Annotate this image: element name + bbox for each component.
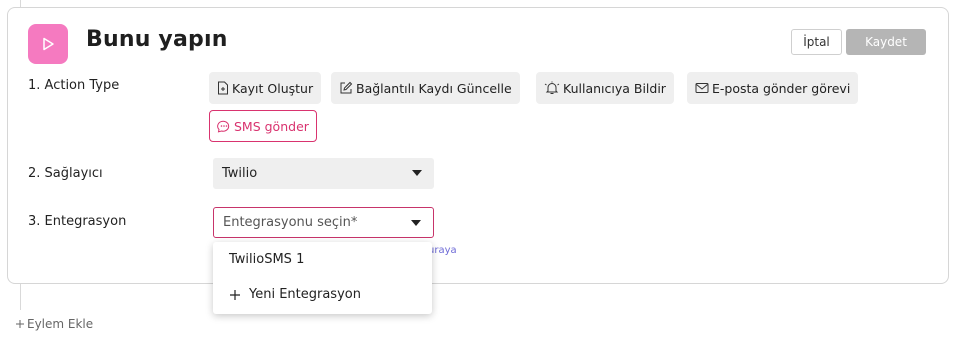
dropdown-item-label: Yeni Entegrasyon [249, 287, 361, 302]
integration-dropdown-menu: TwilioSMS 1 Yeni Entegrasyon [213, 242, 432, 314]
integration-placeholder: Entegrasyonu seçin* [223, 215, 358, 230]
chevron-down-icon [412, 170, 422, 176]
action-option-label: E-posta gönder görevi [712, 80, 851, 96]
plus-icon [16, 320, 24, 328]
action-option-label: SMS gönder [234, 118, 309, 134]
integration-helper-link[interactable]: uraya [428, 245, 457, 256]
dropdown-item-new-integration[interactable]: Yeni Entegrasyon [229, 287, 361, 302]
mail-icon [695, 83, 709, 93]
provider-value: Twilio [222, 166, 258, 181]
plus-icon [230, 289, 240, 300]
action-option-label: Bağlantılı Kaydı Güncelle [356, 80, 512, 96]
cancel-button[interactable]: İptal [791, 29, 842, 55]
add-action-button[interactable]: Eylem Ekle [15, 317, 93, 331]
action-title: Bunu yapın [86, 27, 228, 52]
action-type-label: 1. Action Type [28, 78, 120, 93]
message-icon [217, 120, 230, 133]
chevron-down-icon [411, 220, 421, 226]
action-card: Bunu yapın İptal Kaydet 1. Action Type K… [7, 7, 949, 284]
bell-icon [544, 81, 560, 94]
provider-select[interactable]: Twilio [213, 158, 434, 189]
integration-label: 3. Entegrasyon [28, 214, 127, 229]
save-button[interactable]: Kaydet [846, 29, 926, 55]
action-option-label: Kullanıcıya Bildir [563, 80, 666, 96]
play-icon [28, 24, 68, 64]
dropdown-item-twiliosms-1[interactable]: TwilioSMS 1 [229, 252, 304, 267]
action-option-update-linked-record[interactable]: Bağlantılı Kaydı Güncelle [331, 72, 520, 104]
action-option-send-sms[interactable]: SMS gönder [209, 110, 317, 142]
provider-label: 2. Sağlayıcı [28, 166, 103, 181]
action-option-send-email-task[interactable]: E-posta gönder görevi [687, 72, 859, 104]
integration-select[interactable]: Entegrasyonu seçin* [213, 207, 434, 238]
file-plus-icon [218, 81, 228, 95]
action-option-notify-user[interactable]: Kullanıcıya Bildir [536, 72, 674, 104]
action-option-label: Kayıt Oluştur [232, 80, 314, 96]
add-action-label: Eylem Ekle [27, 317, 94, 331]
edit-icon [340, 81, 353, 94]
dropdown-item-label: TwilioSMS 1 [229, 252, 305, 267]
action-option-create-record[interactable]: Kayıt Oluştur [209, 72, 322, 104]
